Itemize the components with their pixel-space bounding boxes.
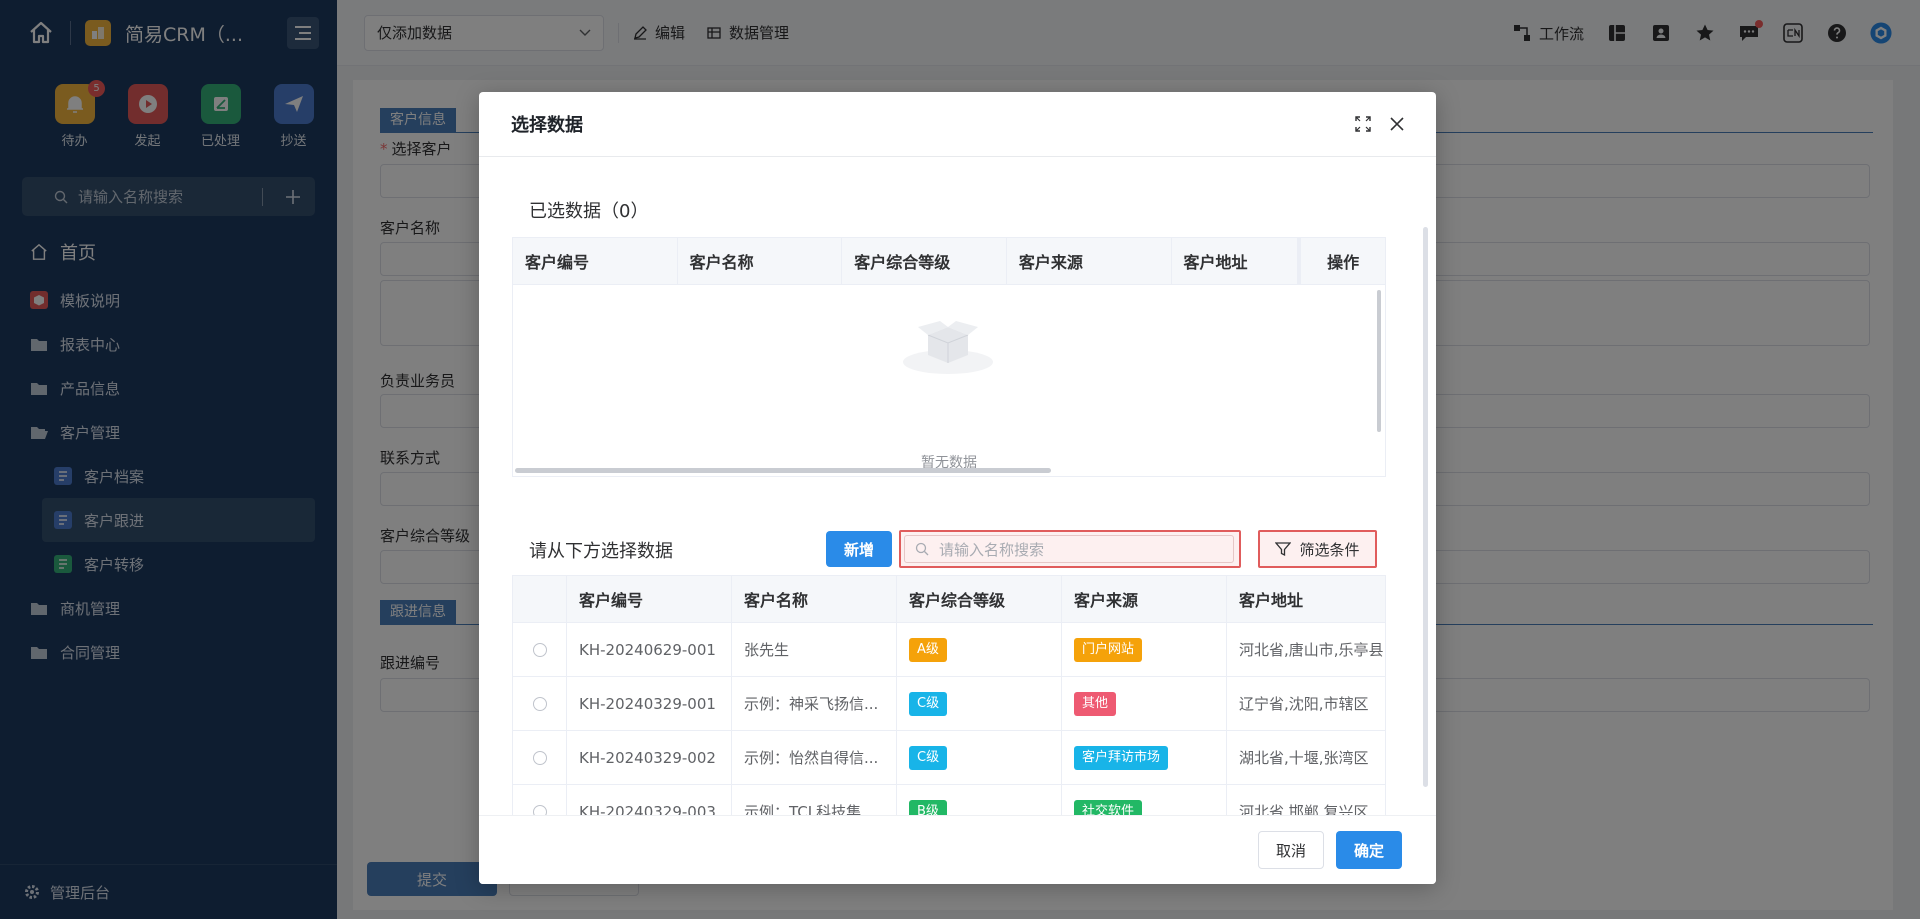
level-tag: B级 bbox=[909, 799, 947, 815]
table-row[interactable]: KH-20240329-003 示例：TCL科技集... B级 社交软件 河北省… bbox=[513, 785, 1385, 815]
column-header: 客户地址 bbox=[1172, 238, 1299, 284]
search-input[interactable]: 请输入名称搜索 bbox=[899, 530, 1241, 568]
row-select[interactable] bbox=[513, 731, 567, 784]
source-tag: 客户拜访市场 bbox=[1074, 745, 1169, 770]
level-tag: C级 bbox=[909, 745, 948, 770]
selected-table-header: 客户编号 客户名称 客户综合等级 客户来源 客户地址 操作 bbox=[513, 238, 1385, 285]
cell-code: KH-20240329-003 bbox=[567, 785, 732, 815]
dialog-footer: 取消 确定 bbox=[479, 815, 1436, 884]
customer-table-header: 客户编号 客户名称 客户综合等级 客户来源 客户地址 bbox=[513, 576, 1385, 623]
row-select[interactable] bbox=[513, 785, 567, 815]
level-tag: C级 bbox=[909, 691, 948, 716]
select-data-dialog: 选择数据 已选数据（0） 客户编号 客户名称 客户综合等级 客户来源 客户地址 … bbox=[479, 92, 1436, 884]
column-header: 客户名称 bbox=[678, 238, 843, 284]
cell-name: 示例：神采飞扬信... bbox=[732, 677, 897, 730]
cell-address: 河北省,唐山市,乐亭县 bbox=[1239, 641, 1384, 659]
cell-code: KH-20240329-002 bbox=[567, 731, 732, 784]
column-header: 客户综合等级 bbox=[897, 576, 1062, 622]
select-column-header bbox=[513, 576, 567, 622]
cell-source: 客户拜访市场 bbox=[1062, 731, 1227, 784]
level-tag: A级 bbox=[909, 637, 947, 662]
cell-address: 河北省,邯郸,复兴区 bbox=[1239, 803, 1369, 815]
filter-icon bbox=[1275, 542, 1292, 557]
cell-address: 辽宁省,沈阳,市辖区 bbox=[1239, 695, 1369, 713]
search-icon bbox=[915, 542, 929, 556]
filter-button[interactable]: 筛选条件 bbox=[1258, 530, 1377, 568]
column-header: 客户地址 bbox=[1239, 591, 1304, 610]
table-row[interactable]: KH-20240329-001 示例：神采飞扬信... C级 其他 辽宁省,沈阳… bbox=[513, 677, 1385, 731]
filter-label: 筛选条件 bbox=[1299, 540, 1360, 559]
cell-name: 示例：TCL科技集... bbox=[732, 785, 897, 815]
source-tag: 门户网站 bbox=[1074, 637, 1143, 662]
cell-level: C级 bbox=[897, 731, 1062, 784]
dialog-body: 已选数据（0） 客户编号 客户名称 客户综合等级 客户来源 客户地址 操作 暂无… bbox=[479, 157, 1436, 815]
cell-level: B级 bbox=[897, 785, 1062, 815]
source-tag: 社交软件 bbox=[1074, 799, 1143, 815]
confirm-button[interactable]: 确定 bbox=[1336, 831, 1402, 869]
vertical-scrollbar[interactable] bbox=[1377, 290, 1381, 432]
selected-data-title: 已选数据（0） bbox=[529, 201, 649, 222]
empty-state: 暂无数据 bbox=[513, 285, 1385, 475]
cell-source: 门户网站 bbox=[1062, 623, 1227, 676]
row-select[interactable] bbox=[513, 677, 567, 730]
search-placeholder: 请输入名称搜索 bbox=[939, 540, 1045, 559]
add-new-button[interactable]: 新增 bbox=[826, 531, 892, 567]
pick-data-title: 请从下方选择数据 bbox=[529, 541, 673, 562]
customer-table: 客户编号 客户名称 客户综合等级 客户来源 客户地址 KH-20240629-0… bbox=[512, 575, 1386, 815]
cell-level: A级 bbox=[897, 623, 1062, 676]
column-header: 客户来源 bbox=[1007, 238, 1172, 284]
radio-button[interactable] bbox=[533, 696, 547, 711]
column-header: 客户编号 bbox=[513, 238, 678, 284]
cell-address: 湖北省,十堰,张湾区 bbox=[1239, 749, 1369, 767]
source-tag: 其他 bbox=[1074, 691, 1117, 716]
dialog-title: 选择数据 bbox=[511, 115, 583, 136]
dialog-header: 选择数据 bbox=[479, 92, 1436, 157]
fullscreen-icon[interactable] bbox=[1352, 113, 1374, 135]
column-header: 客户综合等级 bbox=[842, 238, 1007, 284]
column-header: 操作 bbox=[1298, 238, 1385, 284]
cell-code: KH-20240329-001 bbox=[567, 677, 732, 730]
cell-code: KH-20240629-001 bbox=[567, 623, 732, 676]
cell-name: 张先生 bbox=[732, 623, 897, 676]
empty-box-icon bbox=[903, 321, 993, 374]
cell-source: 社交软件 bbox=[1062, 785, 1227, 815]
table-row[interactable]: KH-20240329-002 示例：怡然自得信... C级 客户拜访市场 湖北… bbox=[513, 731, 1385, 785]
cell-name: 示例：怡然自得信... bbox=[732, 731, 897, 784]
cell-level: C级 bbox=[897, 677, 1062, 730]
cell-source: 其他 bbox=[1062, 677, 1227, 730]
column-header: 客户来源 bbox=[1062, 576, 1227, 622]
selected-data-table: 客户编号 客户名称 客户综合等级 客户来源 客户地址 操作 暂无数据 bbox=[512, 237, 1386, 477]
radio-button[interactable] bbox=[533, 750, 547, 765]
table-row[interactable]: KH-20240629-001 张先生 A级 门户网站 河北省,唐山市,乐亭县 bbox=[513, 623, 1385, 677]
cancel-button[interactable]: 取消 bbox=[1258, 831, 1324, 869]
dialog-scrollbar[interactable] bbox=[1423, 227, 1428, 787]
close-icon[interactable] bbox=[1386, 113, 1408, 135]
horizontal-scrollbar[interactable] bbox=[515, 468, 1051, 473]
row-select[interactable] bbox=[513, 623, 567, 676]
radio-button[interactable] bbox=[533, 642, 547, 657]
radio-button[interactable] bbox=[533, 804, 547, 815]
column-header: 客户名称 bbox=[732, 576, 897, 622]
column-header: 客户编号 bbox=[567, 576, 732, 622]
